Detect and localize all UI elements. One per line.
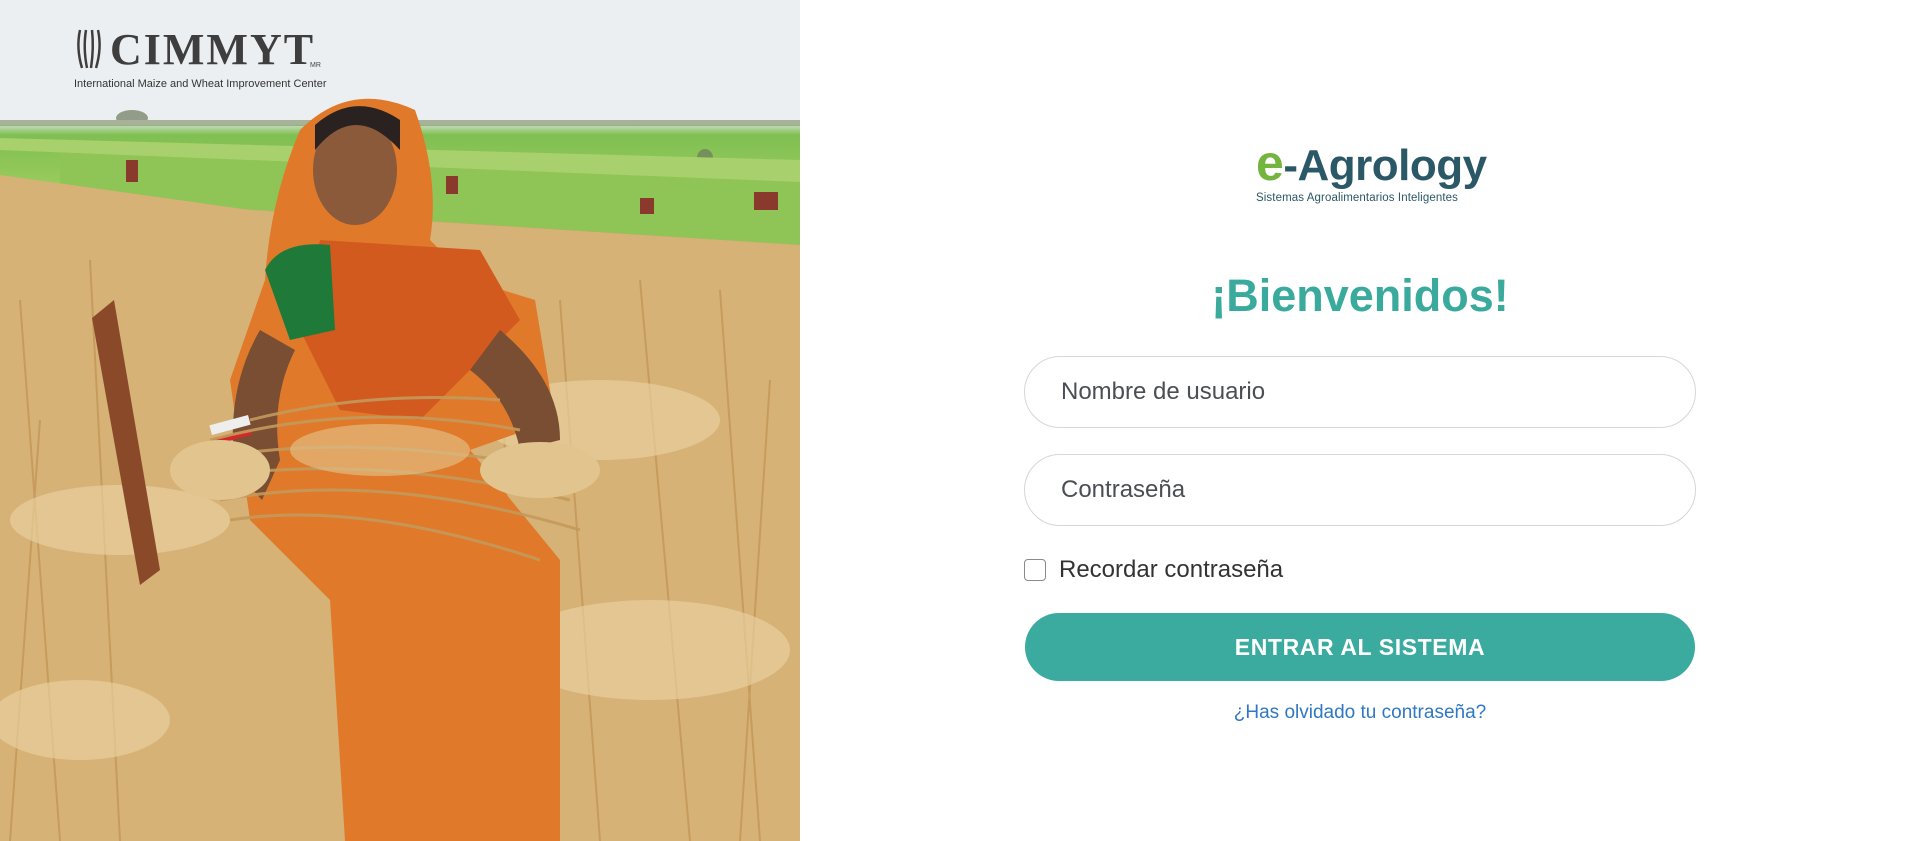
- wheat-icon: [77, 29, 101, 69]
- e-agrology-logo: e-Agrology Sistemas Agroalimentarios Int…: [1256, 135, 1487, 208]
- hero-photo: CIMMYT MR International Maize and Wheat …: [0, 0, 800, 841]
- brand-wordmark: e-Agrology: [1256, 135, 1487, 191]
- username-input[interactable]: [1024, 356, 1696, 428]
- welcome-title: ¡Bienvenidos!: [1211, 270, 1509, 321]
- remember-password[interactable]: Recordar contraseña: [1024, 556, 1283, 584]
- cimmyt-subtitle: International Maize and Wheat Improvemen…: [74, 78, 327, 90]
- login-button[interactable]: ENTRAR AL SISTEMA: [1025, 613, 1695, 681]
- cimmyt-wordmark: CIMMYT: [110, 25, 316, 74]
- password-input[interactable]: [1024, 454, 1696, 526]
- registered-mark: MR: [310, 62, 321, 69]
- brand-prefix: e: [1256, 135, 1284, 191]
- forgot-password-link[interactable]: ¿Has olvidado tu contraseña?: [1024, 702, 1696, 724]
- wheat-field-illustration: [0, 0, 800, 841]
- brand-tagline: Sistemas Agroalimentarios Inteligentes: [1256, 192, 1458, 204]
- cimmyt-logo: CIMMYT MR International Maize and Wheat …: [74, 25, 334, 91]
- brand-name: -Agrology: [1283, 141, 1487, 190]
- remember-checkbox[interactable]: [1024, 559, 1046, 581]
- remember-label: Recordar contraseña: [1059, 556, 1284, 583]
